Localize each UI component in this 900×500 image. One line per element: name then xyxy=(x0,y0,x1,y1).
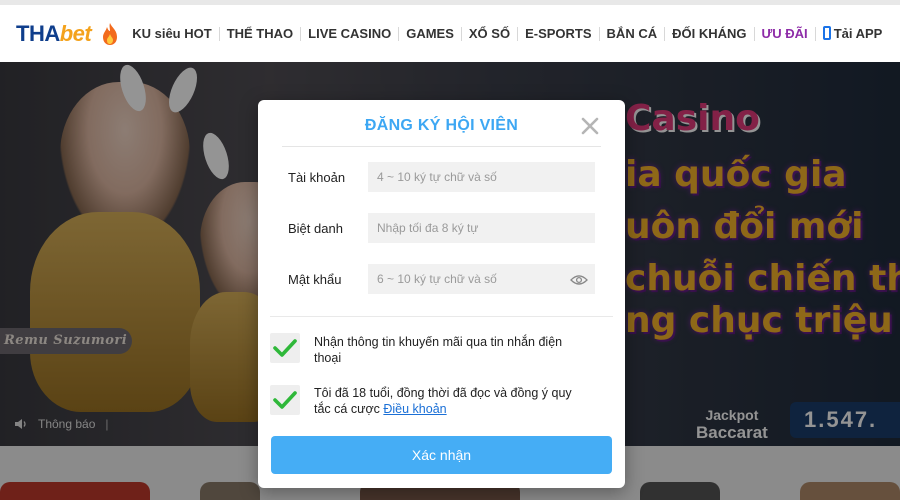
age-terms-text: Tôi đã 18 tuổi, đồng thời đã đọc và đồng… xyxy=(314,385,584,417)
site-logo[interactable]: THAbet xyxy=(16,20,92,47)
nav-item-promotions[interactable]: ƯU ĐÃI xyxy=(755,26,816,41)
title-divider xyxy=(282,146,601,147)
nav-item-versus[interactable]: ĐỐI KHÁNG xyxy=(665,26,755,41)
nav-item-ku-hot[interactable]: KU siêu HOT xyxy=(125,26,220,41)
nav-item-games[interactable]: GAMES xyxy=(399,26,462,41)
terms-link[interactable]: Điều khoản xyxy=(383,402,446,416)
form-divider xyxy=(270,316,613,317)
nickname-input[interactable] xyxy=(368,213,595,243)
checkmark-icon xyxy=(273,391,297,409)
password-input[interactable] xyxy=(368,264,595,294)
registration-modal: ĐĂNG KÝ HỘI VIÊN Tài khoản Biệt danh Mật… xyxy=(258,100,625,488)
nickname-label: Biệt danh xyxy=(288,221,343,236)
promo-sms-checkbox[interactable] xyxy=(270,333,300,363)
promo-sms-text: Nhận thông tin khuyến mãi qua tin nhắn đ… xyxy=(314,335,563,365)
username-input[interactable] xyxy=(368,162,595,192)
nav-item-sports[interactable]: THỂ THAO xyxy=(220,26,302,41)
logo-text-tha: THA xyxy=(16,20,60,46)
logo-text-bet: bet xyxy=(59,20,92,46)
nav-item-live-casino[interactable]: LIVE CASINO xyxy=(301,26,400,41)
fire-icon xyxy=(103,22,118,45)
age-terms-checkbox[interactable] xyxy=(270,385,300,415)
nav-item-lottery[interactable]: XỔ SỐ xyxy=(462,26,519,41)
modal-title: ĐĂNG KÝ HỘI VIÊN xyxy=(364,117,519,134)
close-icon[interactable] xyxy=(580,116,600,136)
nav-item-fishing[interactable]: BẮN CÁ xyxy=(600,26,666,41)
password-label: Mật khẩu xyxy=(288,272,342,287)
nav-item-esports[interactable]: E-SPORTS xyxy=(518,26,600,41)
phone-icon xyxy=(822,26,831,40)
top-navigation: THAbet KU siêu HOT THỂ THAO LIVE CASINO … xyxy=(0,0,900,62)
main-nav: KU siêu HOT THỂ THAO LIVE CASINO GAMES X… xyxy=(125,26,889,41)
show-password-icon[interactable] xyxy=(570,274,588,286)
checkmark-icon xyxy=(273,339,297,357)
username-label: Tài khoản xyxy=(288,170,346,185)
submit-button[interactable]: Xác nhận xyxy=(271,436,612,474)
nav-item-download-app[interactable]: Tải APP xyxy=(816,26,890,41)
nav-item-download-app-label: Tải APP xyxy=(833,26,883,41)
